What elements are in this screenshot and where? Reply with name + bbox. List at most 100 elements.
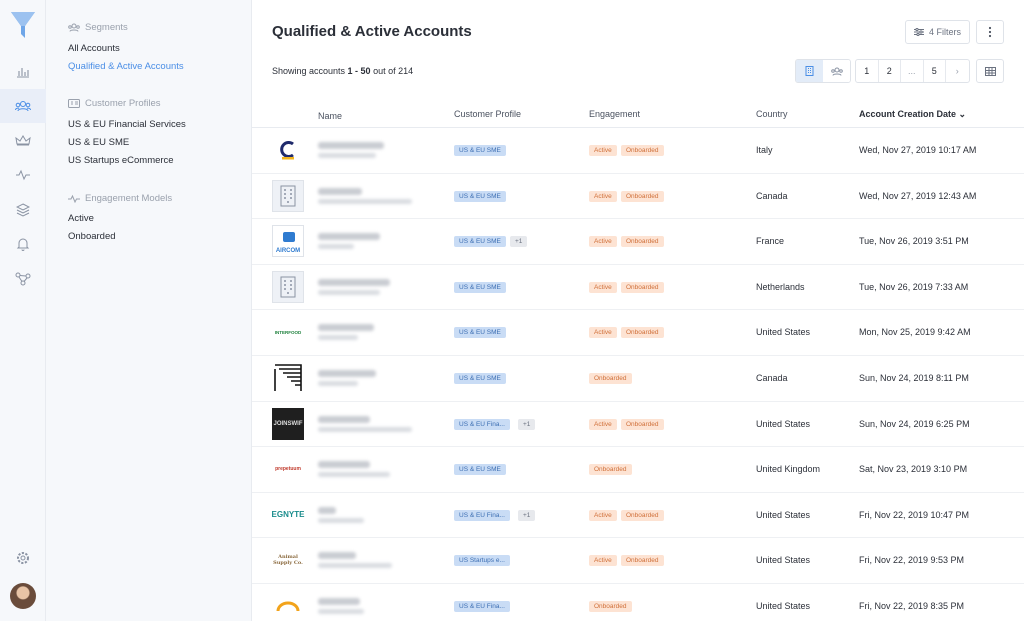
summary-middle: out of: [370, 66, 399, 76]
bar-chart-icon[interactable]: [0, 55, 46, 89]
table-row[interactable]: Animal Supply Co. US Startups e... Active O…: [252, 538, 1024, 584]
layers-icon[interactable]: [0, 193, 46, 227]
country-cell: United States: [756, 327, 811, 338]
table-row[interactable]: US & EU Fina... Onboarded United States Fri…: [252, 584, 1024, 621]
engagement-tag: Onboarded: [589, 601, 632, 612]
more-profiles-tag[interactable]: +1: [518, 418, 536, 430]
account-name-redacted[interactable]: [318, 415, 370, 423]
more-profiles-tag[interactable]: +1: [518, 509, 536, 521]
table-row[interactable]: US & EU SME Active Onboarded Italy Wed, Nov …: [252, 128, 1024, 174]
summary-prefix: Showing accounts: [272, 66, 348, 76]
people-icon: [830, 67, 843, 76]
crown-icon[interactable]: [0, 124, 46, 158]
column-account-creation-date[interactable]: Account Creation Date ⌄: [859, 109, 966, 120]
column-country[interactable]: Country: [756, 109, 788, 119]
icon-rail: [0, 0, 46, 621]
page-5[interactable]: 5: [924, 60, 946, 82]
customer-profile-tag: US & EU SME: [454, 327, 506, 339]
summary-range: 1 - 50: [347, 66, 371, 76]
summary-total: 214: [398, 66, 414, 76]
table-header: Name Customer Profile Engagement Country…: [252, 104, 1024, 128]
table-row[interactable]: JOINSWIF US & EU Fina... +1 Active Onboarded…: [252, 402, 1024, 448]
filters-button-label: 4 Filters: [928, 27, 961, 37]
table-row[interactable]: INTERFOOD US & EU SME Active Onboarded Unite…: [252, 310, 1024, 356]
more-profiles-tag[interactable]: +1: [510, 236, 528, 248]
engagement-tag: Onboarded: [621, 418, 664, 430]
table-row[interactable]: AIRCOM US & EU SME +1 Active Onboarded France…: [252, 219, 1024, 265]
filters-button[interactable]: 4 Filters: [905, 20, 970, 44]
customer-profile-tag: US & EU Fina...: [454, 509, 510, 521]
main-content: Qualified & Active Accounts 4 Filters Sh…: [252, 0, 1024, 621]
sidebar-item-active[interactable]: Active: [68, 213, 94, 224]
settings-gear-icon[interactable]: [0, 541, 46, 575]
account-domain-redacted: [318, 426, 412, 432]
country-cell: Italy: [756, 145, 773, 155]
creation-date-cell: Mon, Nov 25, 2019 9:42 AM: [859, 327, 971, 338]
account-name-redacted[interactable]: [318, 461, 370, 469]
table-row[interactable]: US & EU SME Active Onboarded Netherlands Tue…: [252, 265, 1024, 311]
contacts-view-button[interactable]: [823, 60, 850, 82]
table-row[interactable]: EGNYTE US & EU Fina... +1 Active Onboarded Un…: [252, 493, 1024, 539]
funnel-logo-icon[interactable]: [11, 12, 35, 43]
sidebar-item-financial-services[interactable]: US & EU Financial Services: [68, 119, 186, 130]
account-name-redacted[interactable]: [318, 142, 384, 149]
pulse-icon: [68, 194, 80, 203]
customer-profile-tag: US & EU Fina...: [454, 418, 510, 430]
creation-date-cell: Sun, Nov 24, 2019 6:25 PM: [859, 418, 970, 429]
page-1[interactable]: 1: [856, 60, 879, 82]
account-name-redacted[interactable]: [318, 233, 380, 241]
activity-icon[interactable]: [0, 158, 46, 192]
sidebar-item-qualified-active[interactable]: Qualified & Active Accounts: [68, 61, 184, 72]
creation-date-cell: Tue, Nov 26, 2019 3:51 PM: [859, 236, 969, 247]
page-2[interactable]: 2: [879, 60, 901, 82]
more-options-button[interactable]: [976, 20, 1004, 44]
next-page-button[interactable]: ›: [946, 60, 969, 82]
account-domain-redacted: [318, 335, 358, 341]
account-domain-redacted: [318, 563, 392, 569]
column-customer-profile[interactable]: Customer Profile: [454, 109, 521, 119]
country-cell: United States: [756, 555, 811, 566]
engagement-tag: Onboarded: [621, 190, 664, 202]
column-name[interactable]: Name: [318, 111, 342, 121]
accounts-view-button[interactable]: [796, 60, 823, 82]
account-name-redacted[interactable]: [318, 506, 336, 514]
country-cell: United States: [756, 601, 811, 611]
company-logo: [272, 134, 304, 166]
sidebar-item-all-accounts[interactable]: All Accounts: [68, 43, 120, 54]
profile-card-icon: [68, 99, 80, 108]
account-domain-redacted: [318, 517, 364, 523]
account-name-redacted[interactable]: [318, 552, 356, 560]
company-logo: [272, 362, 304, 394]
table-row[interactable]: US & EU SME Onboarded Canada Sun, Nov 24, 2…: [252, 356, 1024, 402]
account-domain-redacted: [318, 472, 390, 478]
company-logo: EGNYTE: [271, 510, 305, 520]
column-engagement[interactable]: Engagement: [589, 109, 640, 119]
building-icon: [805, 66, 814, 76]
logo-text: AIRCOM: [275, 248, 301, 255]
user-avatar[interactable]: [10, 583, 36, 609]
bell-icon[interactable]: [0, 227, 46, 261]
sidebar-item-startups-ecommerce[interactable]: US Startups eCommerce: [68, 155, 174, 166]
account-name-redacted[interactable]: [318, 598, 360, 605]
sidebar-item-onboarded[interactable]: Onboarded: [68, 231, 116, 242]
accounts-icon[interactable]: [0, 89, 46, 123]
customer-profile-tag: US & EU SME: [454, 464, 506, 476]
engagement-tag: Onboarded: [621, 509, 664, 521]
account-name-redacted[interactable]: [318, 370, 376, 377]
account-name-redacted[interactable]: [318, 278, 390, 286]
account-domain-redacted: [318, 198, 412, 204]
table-row[interactable]: US & EU SME Active Onboarded Canada Wed, Nov…: [252, 174, 1024, 220]
account-name-redacted[interactable]: [318, 187, 362, 195]
creation-date-cell: Fri, Nov 22, 2019 8:35 PM: [859, 601, 965, 611]
segments-icon: [68, 23, 80, 32]
customer-profile-tag: US & EU SME: [454, 373, 506, 384]
sliders-icon: [913, 28, 924, 36]
customer-profile-tag: US & EU SME: [454, 145, 506, 156]
columns-button[interactable]: [976, 59, 1004, 83]
workflow-icon[interactable]: [0, 262, 46, 296]
sidebar-item-eu-sme[interactable]: US & EU SME: [68, 137, 129, 148]
table-row[interactable]: prepetuum US & EU SME Onboarded United King…: [252, 447, 1024, 493]
account-domain-redacted: [318, 244, 354, 250]
account-name-redacted[interactable]: [318, 324, 374, 332]
creation-date-cell: Sat, Nov 23, 2019 3:10 PM: [859, 464, 968, 475]
